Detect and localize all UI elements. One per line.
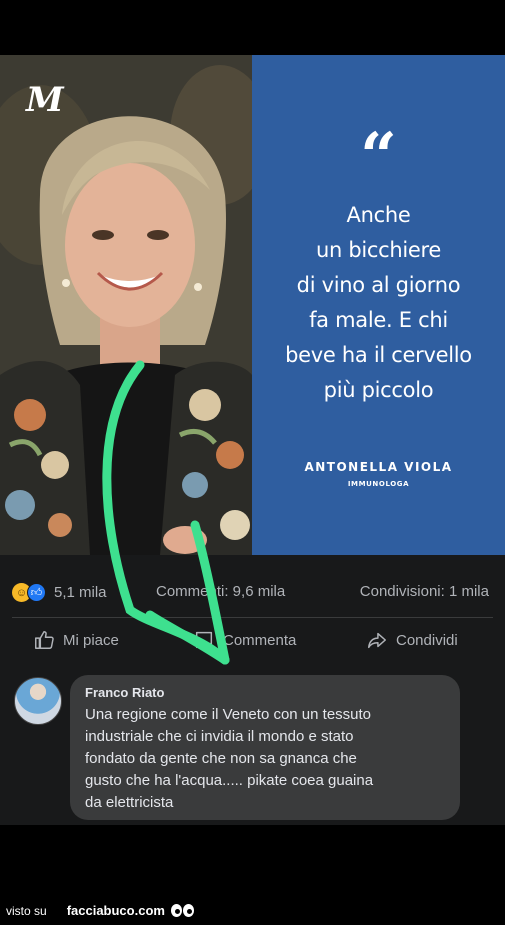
newspaper-logo-overlay: M xyxy=(26,80,64,120)
share-button[interactable]: Condividi xyxy=(366,629,458,651)
share-arrow-icon xyxy=(368,632,386,649)
comment-line: da elettricista xyxy=(85,794,174,811)
eye-icon xyxy=(182,904,194,917)
quote-line: un bicchiere xyxy=(315,238,442,262)
thumbs-up-icon xyxy=(35,631,54,649)
comment-line: gusto che ha l'acqua..... pikate coea gu… xyxy=(85,772,374,789)
comment-label: Commenta xyxy=(223,631,297,649)
eye-icon xyxy=(170,904,182,917)
action-buttons: Mi piace Commenta Condividi xyxy=(0,629,505,657)
portrait-illustration xyxy=(0,55,252,555)
post-image[interactable]: M “ Anche un bicchiere di vino al giorno… xyxy=(0,55,505,555)
top-black-bar xyxy=(0,0,505,55)
comment-button[interactable]: Commenta xyxy=(193,629,296,651)
comment-bubble: Franco Riato Una regione come il Veneto … xyxy=(70,675,460,820)
quote-line: fa male. E chi xyxy=(309,308,448,332)
portrait-photo: M xyxy=(0,55,252,555)
watermark-footer: visto su facciabuco.com xyxy=(6,903,195,918)
comment-section: Franco Riato Una regione come il Veneto … xyxy=(0,665,505,825)
share-label: Condividi xyxy=(396,631,458,649)
comment-icon xyxy=(195,631,213,649)
comment-author[interactable]: Franco Riato xyxy=(85,685,164,700)
quote-line: Anche xyxy=(346,203,411,227)
quote-author-name: ANTONELLA VIOLA xyxy=(304,460,453,474)
quote-line: beve ha il cervello xyxy=(285,343,472,367)
avatar[interactable] xyxy=(14,677,62,725)
comment-line: Una regione come il Veneto con un tessut… xyxy=(85,706,372,723)
comment-line: industriale che ci invidia il mondo e st… xyxy=(85,728,354,745)
comments-count[interactable]: Commenti: 9,6 mila xyxy=(156,583,285,600)
quote-line: di vino al giorno xyxy=(296,273,461,297)
footer-prefix: visto su xyxy=(6,903,47,918)
like-button[interactable]: Mi piace xyxy=(33,629,119,651)
post-actions-area: ☺ 👍︎ 5,1 mila Commenti: 9,6 mila Condivi… xyxy=(0,555,505,675)
quote-line: più piccolo xyxy=(323,378,434,402)
quote-author-role: IMMUNOLOGA xyxy=(347,480,410,488)
quote-panel: “ Anche un bicchiere di vino al giorno f… xyxy=(252,55,505,555)
footer-site: facciabuco.com xyxy=(66,903,165,918)
post-stats: ☺ 👍︎ 5,1 mila Commenti: 9,6 mila Condivi… xyxy=(0,583,505,607)
divider xyxy=(12,617,493,618)
eyes-logo-icon xyxy=(170,904,195,917)
reactions-summary[interactable]: ☺ 👍︎ 5,1 mila xyxy=(12,583,107,602)
quote-mark-icon: “ xyxy=(360,119,397,194)
comment-line: fondato da gente che non sa gnanca che xyxy=(85,750,357,767)
like-label: Mi piace xyxy=(63,631,119,649)
like-reaction-icon: 👍︎ xyxy=(27,583,46,602)
quote-text: Anche un bicchiere di vino al giorno fa … xyxy=(252,198,505,408)
reactions-count: 5,1 mila xyxy=(54,584,107,601)
shares-count[interactable]: Condivisioni: 1 mila xyxy=(360,583,489,600)
comment-text: Una regione come il Veneto con un tessut… xyxy=(85,704,450,814)
